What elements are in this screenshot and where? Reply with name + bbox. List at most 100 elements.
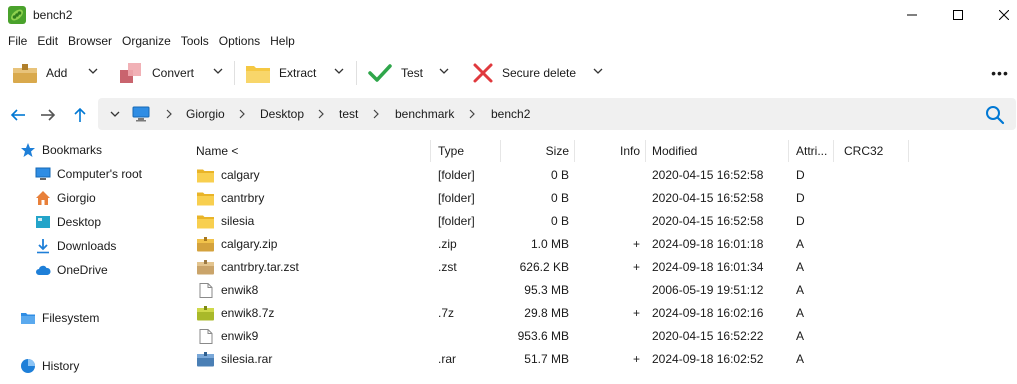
cell-size: 29.8 MB: [524, 306, 569, 320]
sidebar-item-giorgio[interactable]: Giorgio: [35, 187, 96, 209]
secure-delete-button[interactable]: Secure delete: [472, 59, 576, 87]
breadcrumb-desktop[interactable]: Desktop: [260, 107, 304, 121]
cell-info: [574, 279, 640, 302]
address-bar[interactable]: Giorgio Desktop test benchmark bench2: [98, 98, 1016, 130]
convert-dropdown-chevron-icon[interactable]: [212, 65, 224, 77]
test-button[interactable]: Test: [367, 59, 423, 87]
convert-button[interactable]: Convert: [118, 59, 194, 87]
column-divider[interactable]: [908, 140, 909, 162]
sidebar-item-filesystem[interactable]: Filesystem: [20, 307, 99, 329]
forward-button[interactable]: [38, 105, 58, 125]
minimize-button[interactable]: [889, 0, 935, 30]
rar-archive-icon: [197, 352, 214, 367]
test-label: Test: [401, 66, 424, 80]
table-row[interactable]: calgary.zip .zip 1.0 MB +2024-09-18 16:01:1…: [190, 233, 1017, 256]
folder-icon: [197, 169, 214, 183]
extract-button[interactable]: Extract: [245, 59, 316, 87]
table-row[interactable]: enwik9 953.6 MB 2020-04-15 16:52:22 A: [190, 325, 1017, 348]
computer-icon[interactable]: [132, 106, 150, 122]
cell-name: cantrbry: [221, 191, 265, 205]
menu-browser[interactable]: Browser: [64, 31, 116, 51]
table-row[interactable]: cantrbry [folder] 0 B 2020-04-15 16:52:58 D: [190, 187, 1017, 210]
add-label: Add: [46, 66, 68, 80]
sidebar-item-label: Downloads: [57, 239, 117, 253]
file-icon: [199, 329, 213, 344]
menu-options[interactable]: Options: [215, 31, 264, 51]
menu-file[interactable]: File: [4, 31, 31, 51]
column-divider[interactable]: [788, 140, 789, 162]
column-divider[interactable]: [430, 140, 431, 162]
breadcrumb-benchmark[interactable]: benchmark: [395, 107, 454, 121]
column-header-attributes[interactable]: Attri...: [796, 138, 827, 164]
sidebar-item-history[interactable]: History: [20, 355, 79, 377]
breadcrumb-bench2[interactable]: bench2: [491, 107, 530, 121]
cell-modified: 2020-04-15 16:52:58: [652, 191, 764, 205]
test-dropdown-chevron-icon[interactable]: [438, 65, 450, 77]
table-row[interactable]: calgary [folder] 0 B 2020-04-15 16:52:58 D: [190, 164, 1017, 187]
cross-icon: [473, 63, 493, 83]
sidebar-item-downloads[interactable]: Downloads: [35, 235, 116, 257]
up-button[interactable]: [70, 105, 90, 125]
cell-size: 0 B: [550, 214, 569, 228]
cell-name: calgary: [221, 168, 260, 182]
cell-info: [574, 325, 640, 348]
cell-info: [574, 164, 640, 187]
table-row[interactable]: enwik8.7z .7z 29.8 MB +2024-09-18 16:02:16 A: [190, 302, 1017, 325]
add-button[interactable]: Add: [12, 59, 67, 87]
extract-dropdown-chevron-icon[interactable]: [333, 65, 345, 77]
cell-modified: 2020-04-15 16:52:22: [652, 329, 764, 343]
back-button[interactable]: [8, 105, 28, 125]
table-row[interactable]: silesia [folder] 0 B 2020-04-15 16:52:58 D: [190, 210, 1017, 233]
column-header-type[interactable]: Type: [438, 138, 464, 164]
folder-icon: [197, 192, 214, 206]
column-header-name[interactable]: Name <: [196, 138, 238, 164]
cell-name: silesia: [221, 214, 255, 228]
cell-type: .zst: [438, 260, 457, 274]
sidebar-item-bookmarks[interactable]: Bookmarks: [20, 139, 102, 161]
column-divider[interactable]: [645, 140, 646, 162]
sidebar-item-computers-root[interactable]: Computer's root: [35, 163, 142, 185]
7z-archive-icon: [197, 306, 214, 321]
star-icon: [21, 143, 35, 157]
check-icon: [368, 64, 392, 82]
sidebar-item-label: Computer's root: [57, 167, 142, 181]
secure-delete-dropdown-chevron-icon[interactable]: [592, 65, 604, 77]
more-options-button[interactable]: •••: [990, 63, 1010, 83]
chevron-right-icon: [318, 109, 324, 119]
table-row[interactable]: enwik8 95.3 MB 2006-05-19 19:51:12 A: [190, 279, 1017, 302]
cell-name: calgary.zip: [221, 237, 278, 251]
file-list: Name < Type Size Info Modified Attri... …: [190, 138, 1017, 384]
column-divider[interactable]: [833, 140, 834, 162]
column-header-modified[interactable]: Modified: [652, 138, 697, 164]
arrow-left-icon: [10, 109, 25, 121]
maximize-button[interactable]: [935, 0, 981, 30]
table-row[interactable]: silesia.rar .rar 51.7 MB +2024-09-18 16:02:…: [190, 348, 1017, 371]
search-icon[interactable]: [984, 104, 1006, 126]
menu-bar: File Edit Browser Organize Tools Options…: [0, 31, 301, 51]
add-dropdown-chevron-icon[interactable]: [87, 65, 99, 77]
menu-tools[interactable]: Tools: [177, 31, 213, 51]
cell-size: 626.2 KB: [519, 260, 569, 274]
column-header-info[interactable]: Info: [574, 138, 640, 164]
convert-icon: [120, 63, 141, 83]
menu-edit[interactable]: Edit: [33, 31, 62, 51]
sidebar: Bookmarks Computer's root Giorgio Deskto…: [0, 138, 185, 384]
menu-help[interactable]: Help: [266, 31, 299, 51]
menu-organize[interactable]: Organize: [118, 31, 175, 51]
add-archive-icon: [13, 64, 37, 83]
cell-size: 953.6 MB: [517, 329, 569, 343]
column-header-crc32[interactable]: CRC32: [844, 138, 883, 164]
cell-modified: 2024-09-18 16:02:16: [652, 306, 764, 320]
maximize-icon: [953, 10, 963, 20]
breadcrumb-test[interactable]: test: [339, 107, 358, 121]
cell-attributes: D: [796, 168, 805, 182]
cloud-icon: [36, 265, 51, 275]
table-row[interactable]: cantrbry.tar.zst .zst 626.2 KB +2024-09-18 …: [190, 256, 1017, 279]
cell-attributes: A: [796, 237, 805, 251]
sidebar-item-desktop[interactable]: Desktop: [35, 211, 101, 233]
history-dropdown-chevron-icon[interactable]: [110, 109, 120, 119]
breadcrumb-giorgio[interactable]: Giorgio: [186, 107, 225, 121]
close-button[interactable]: [981, 0, 1017, 30]
sidebar-item-onedrive[interactable]: OneDrive: [35, 259, 108, 281]
column-header-size[interactable]: Size: [500, 138, 569, 164]
